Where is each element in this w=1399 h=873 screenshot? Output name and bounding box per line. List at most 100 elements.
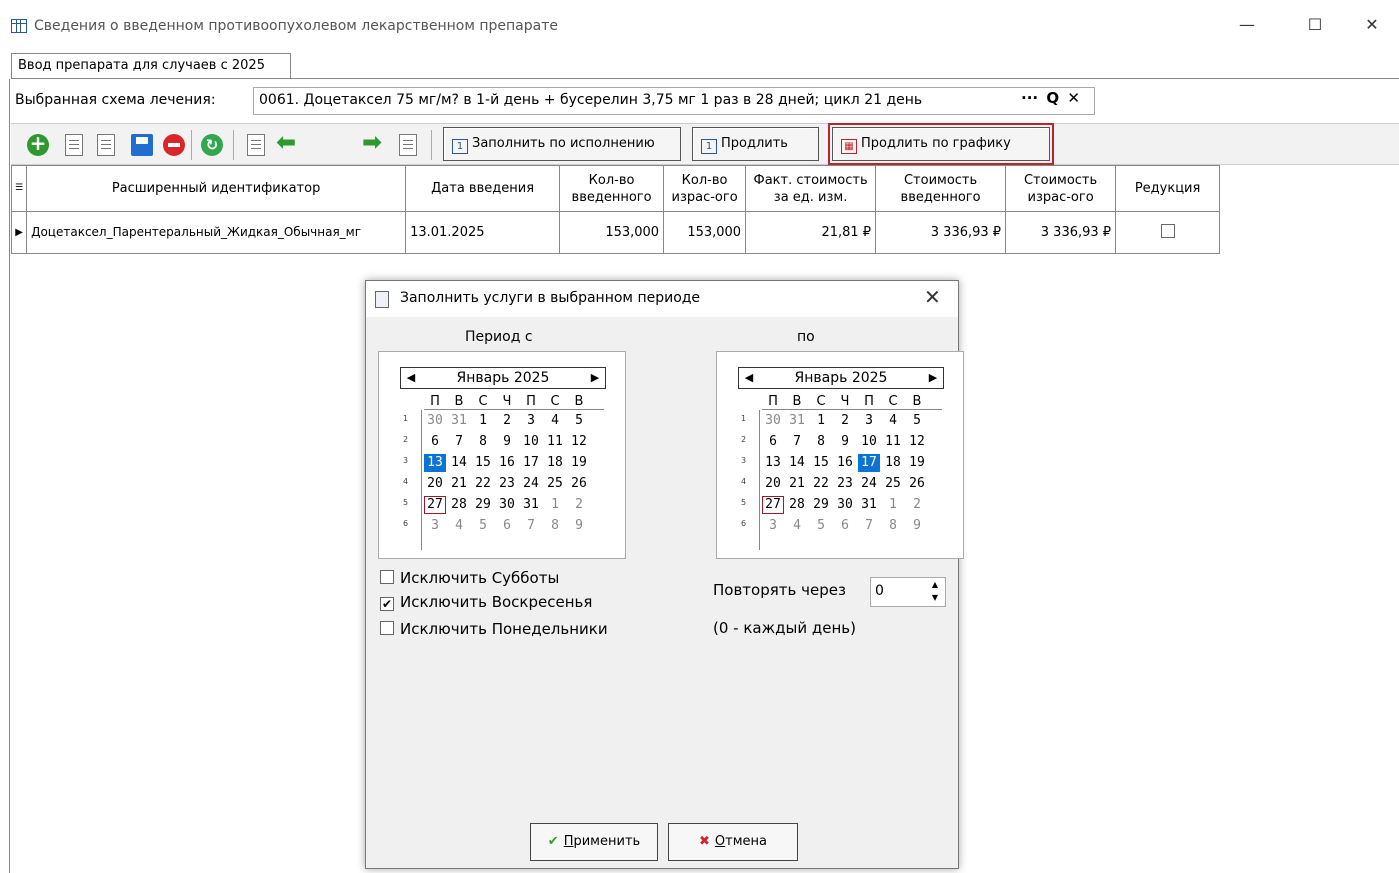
calendar-day[interactable]: 30 <box>424 412 446 430</box>
calendar-day[interactable]: 10 <box>858 433 880 451</box>
close-button[interactable]: ✕ <box>1349 10 1395 40</box>
cell-qty-used[interactable]: 153,000 <box>663 211 747 254</box>
next-month-icon[interactable]: ▶ <box>587 368 603 388</box>
calendar-day[interactable]: 4 <box>448 517 470 535</box>
checkbox[interactable] <box>380 621 394 635</box>
clear-icon[interactable]: ✕ <box>1067 89 1080 107</box>
col-unit-cost[interactable]: Факт. стоимость за ед. изм. <box>745 165 877 212</box>
calendar-day[interactable]: 9 <box>496 433 518 451</box>
calendar-day[interactable]: 20 <box>424 475 446 493</box>
calendar-day[interactable]: 6 <box>424 433 446 451</box>
calendar-day[interactable]: 31 <box>786 412 808 430</box>
col-cost-used[interactable]: Стоимость израс-ого <box>1005 165 1117 212</box>
calendar-day[interactable]: 1 <box>544 496 566 514</box>
exclude-mondays-option[interactable]: Исключить Понедельники <box>380 620 608 638</box>
export-left-icon[interactable] <box>247 134 265 156</box>
cell-cost-used[interactable]: 3 336,93 ₽ <box>1005 211 1117 254</box>
calendar-day[interactable]: 22 <box>472 475 494 493</box>
calendar-day[interactable]: 14 <box>786 454 808 472</box>
calendar-day[interactable]: 17 <box>520 454 542 472</box>
calendar-day[interactable]: 6 <box>762 433 784 451</box>
calendar-day[interactable]: 2 <box>568 496 590 514</box>
tab-drug-entry[interactable]: Ввод препарата для случаев с 2025 <box>11 53 291 79</box>
add-icon[interactable] <box>27 131 49 156</box>
prev-month-icon[interactable]: ◀ <box>403 368 419 388</box>
calendar-day[interactable]: 27 <box>762 496 784 514</box>
col-qty-in[interactable]: Кол-во введенного <box>559 165 665 212</box>
calendar-day[interactable]: 13 <box>424 454 446 472</box>
prev-month-icon[interactable]: ◀ <box>741 368 757 388</box>
repeat-value[interactable]: 0 <box>875 583 884 599</box>
schema-input[interactable]: 0061. Доцетаксел 75 мг/м? в 1-й день + б… <box>253 87 1095 115</box>
calendar-day[interactable]: 31 <box>448 412 470 430</box>
calendar-day[interactable]: 12 <box>906 433 928 451</box>
calendar-day[interactable]: 31 <box>858 496 880 514</box>
cell-identifier[interactable]: Доцетаксел_Парентеральный_Жидкая_Обычная… <box>26 211 407 254</box>
calendar-day[interactable]: 4 <box>882 412 904 430</box>
calendar-day[interactable]: 7 <box>858 517 880 535</box>
calendar-to[interactable]: ◀ Январь 2025 ▶ П В С Ч П С В 1 30 31 1 2 3 4 5 2 6 7 8 9 10 11 1… <box>716 351 964 559</box>
calendar-day[interactable]: 8 <box>882 517 904 535</box>
calendar-day[interactable]: 9 <box>568 517 590 535</box>
calendar-day[interactable]: 16 <box>496 454 518 472</box>
calendar-day[interactable]: 25 <box>544 475 566 493</box>
calendar-day[interactable]: 23 <box>496 475 518 493</box>
calendar-day[interactable]: 7 <box>448 433 470 451</box>
col-reduction[interactable]: Редукция <box>1115 165 1221 212</box>
cell-qty-in[interactable]: 153,000 <box>559 211 665 254</box>
dialog-close-icon[interactable]: ✕ <box>924 285 941 309</box>
calendar-day[interactable]: 8 <box>810 433 832 451</box>
checkbox[interactable] <box>380 570 394 584</box>
calendar-day[interactable]: 17 <box>858 454 880 472</box>
calendar-day[interactable]: 30 <box>496 496 518 514</box>
maximize-button[interactable]: ☐ <box>1292 10 1338 40</box>
col-date[interactable]: Дата введения <box>405 165 561 212</box>
arrow-right-icon[interactable]: ➡ <box>359 128 385 156</box>
calendar-day[interactable]: 3 <box>858 412 880 430</box>
calendar-day[interactable]: 28 <box>448 496 470 514</box>
calendar-day[interactable]: 25 <box>882 475 904 493</box>
cell-date[interactable]: 13.01.2025 <box>405 211 561 254</box>
calendar-day[interactable]: 29 <box>472 496 494 514</box>
minimize-button[interactable]: — <box>1224 10 1270 40</box>
calendar-day[interactable]: 5 <box>568 412 590 430</box>
reduction-checkbox[interactable] <box>1160 223 1175 238</box>
calendar-day[interactable]: 15 <box>810 454 832 472</box>
calendar-day[interactable]: 5 <box>906 412 928 430</box>
cell-reduction[interactable] <box>1115 211 1221 254</box>
copy-icon[interactable] <box>65 134 83 156</box>
calendar-day[interactable]: 1 <box>882 496 904 514</box>
column-chooser-icon[interactable]: ☰ <box>10 165 28 212</box>
calendar-day[interactable]: 2 <box>834 412 856 430</box>
calendar-day[interactable]: 28 <box>786 496 808 514</box>
exclude-saturdays-option[interactable]: Исключить Субботы <box>380 569 559 587</box>
more-button[interactable]: ··· <box>1021 89 1038 107</box>
calendar-day[interactable]: 30 <box>834 496 856 514</box>
calendar-day[interactable]: 14 <box>448 454 470 472</box>
calendar-day[interactable]: 20 <box>762 475 784 493</box>
calendar-day[interactable]: 16 <box>834 454 856 472</box>
calendar-day[interactable]: 27 <box>424 496 446 514</box>
calendar-day[interactable]: 1 <box>472 412 494 430</box>
fill-by-execution-button[interactable]: 1 Заполнить по исполнению <box>443 127 681 161</box>
calendar-day[interactable]: 30 <box>762 412 784 430</box>
calendar-from[interactable]: ◀ Январь 2025 ▶ П В С Ч П С В 1 30 31 1 2 3 4 5 2 6 7 8 9 10 11 1… <box>378 351 626 559</box>
calendar-day[interactable]: 8 <box>544 517 566 535</box>
calendar-day[interactable]: 9 <box>906 517 928 535</box>
calendar-day[interactable]: 23 <box>834 475 856 493</box>
calendar-day[interactable]: 5 <box>472 517 494 535</box>
calendar-day[interactable]: 24 <box>520 475 542 493</box>
calendar-day[interactable]: 6 <box>496 517 518 535</box>
calendar-day[interactable]: 21 <box>786 475 808 493</box>
calendar-day[interactable]: 8 <box>472 433 494 451</box>
month-selector[interactable]: ◀ Январь 2025 ▶ <box>738 367 944 389</box>
checkbox[interactable]: ✔ <box>380 597 394 611</box>
table-row[interactable]: ▶ Доцетаксел_Парентеральный_Жидкая_Обычн… <box>10 211 1221 254</box>
export-right-icon[interactable] <box>399 134 417 156</box>
delete-icon[interactable] <box>163 134 185 156</box>
calendar-day[interactable]: 13 <box>762 454 784 472</box>
calendar-day[interactable]: 3 <box>762 517 784 535</box>
calendar-day[interactable]: 19 <box>906 454 928 472</box>
calendar-day[interactable]: 15 <box>472 454 494 472</box>
calendar-day[interactable]: 26 <box>568 475 590 493</box>
